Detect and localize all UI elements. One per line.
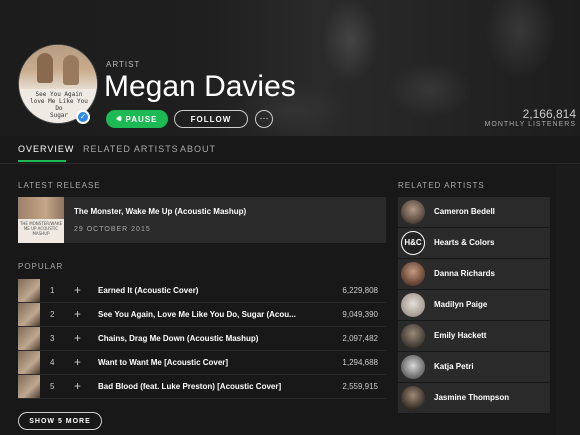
related-artist-avatar — [401, 355, 425, 379]
latest-release-date: 29 OCTOBER 2015 — [74, 226, 151, 233]
right-gutter — [556, 165, 580, 435]
add-track-button[interactable]: + — [74, 379, 81, 393]
latest-release-heading: LATEST RELEASE — [18, 181, 101, 190]
track-thumbnail — [18, 279, 40, 302]
related-artists-heading: RELATED ARTISTS — [398, 181, 485, 190]
release-cover-text: THE MONSTER/WAKE ME UP ACOUSTIC MASHUP — [19, 221, 63, 236]
track-thumbnail — [18, 351, 40, 374]
related-artist-item[interactable]: Danna Richards — [398, 259, 550, 289]
related-artist-name[interactable]: Hearts & Colors — [434, 238, 494, 247]
related-artist-name[interactable]: Danna Richards — [434, 269, 495, 278]
track-number: 3 — [50, 334, 55, 343]
track-number: 2 — [50, 310, 55, 319]
release-cover-photo — [18, 197, 64, 219]
track-thumbnail — [18, 375, 40, 398]
track-title[interactable]: Chains, Drag Me Down (Acoustic Mashup) — [98, 334, 298, 343]
track-row[interactable]: 2 + See You Again, Love Me Like You Do, … — [18, 303, 386, 327]
monthly-listeners-label: MONTHLY LISTENERS — [484, 121, 576, 128]
related-artist-item[interactable]: Jasmine Thompson — [398, 383, 550, 413]
related-artist-avatar — [401, 293, 425, 317]
track-number: 5 — [50, 382, 55, 391]
tab-about[interactable]: ABOUT — [180, 144, 216, 154]
track-row[interactable]: 1 + Earned It (Acoustic Cover) 6,229,808 — [18, 279, 386, 303]
track-play-count: 6,229,808 — [342, 286, 378, 295]
speaker-icon: 🔊︎ — [116, 114, 123, 123]
related-artist-avatar — [401, 262, 425, 286]
related-artist-name[interactable]: Katja Petri — [434, 362, 474, 371]
related-artist-avatar: H&C — [401, 231, 425, 255]
track-row[interactable]: 3 + Chains, Drag Me Down (Acoustic Mashu… — [18, 327, 386, 351]
add-track-button[interactable]: + — [74, 307, 81, 321]
track-play-count: 9,049,390 — [342, 310, 378, 319]
related-artist-name[interactable]: Cameron Bedell — [434, 207, 495, 216]
related-artist-avatar — [401, 386, 425, 410]
track-thumbnail — [18, 327, 40, 350]
latest-release-title[interactable]: The Monster, Wake Me Up (Acoustic Mashup… — [74, 207, 246, 216]
track-play-count: 2,097,482 — [342, 334, 378, 343]
active-tab-indicator — [18, 160, 66, 162]
related-artist-item[interactable]: Madilyn Paige — [398, 290, 550, 320]
track-number: 1 — [50, 286, 55, 295]
related-artist-name[interactable]: Jasmine Thompson — [434, 393, 509, 402]
related-artist-name[interactable]: Emily Hackett — [434, 331, 486, 340]
track-row[interactable]: 5 + Bad Blood (feat. Luke Preston) [Acou… — [18, 375, 386, 399]
tab-overview[interactable]: OVERVIEW — [18, 144, 74, 154]
pause-label: PAUSE — [125, 114, 158, 124]
latest-release-cover: THE MONSTER/WAKE ME UP ACOUSTIC MASHUP — [18, 197, 64, 243]
track-number: 4 — [50, 358, 55, 367]
add-track-button[interactable]: + — [74, 331, 81, 345]
more-options-button[interactable]: ··· — [255, 110, 273, 128]
track-thumbnail — [18, 303, 40, 326]
monthly-listeners-count: 2,166,814 — [522, 107, 576, 121]
latest-release-card[interactable]: THE MONSTER/WAKE ME UP ACOUSTIC MASHUP T… — [18, 197, 386, 243]
popular-heading: POPULAR — [18, 262, 64, 271]
show-more-button[interactable]: SHOW 5 MORE — [18, 412, 102, 430]
artist-name: Megan Davies — [104, 70, 296, 103]
track-title[interactable]: Bad Blood (feat. Luke Preston) [Acoustic… — [98, 382, 298, 391]
pause-button[interactable]: 🔊︎ PAUSE — [106, 110, 168, 128]
track-title[interactable]: Want to Want Me [Acoustic Cover] — [98, 358, 298, 367]
artist-tabs: OVERVIEW RELATED ARTISTS ABOUT — [0, 136, 580, 164]
verified-check-icon: ✓ — [76, 110, 90, 124]
artist-kind-label: ARTIST — [106, 60, 141, 69]
track-play-count: 1,294,688 — [342, 358, 378, 367]
related-artist-name[interactable]: Madilyn Paige — [434, 300, 487, 309]
tab-related-artists[interactable]: RELATED ARTISTS — [83, 144, 179, 154]
related-artist-avatar — [401, 200, 425, 224]
add-track-button[interactable]: + — [74, 283, 81, 297]
artist-header: See You Again love Me Like You Do Sugar … — [0, 0, 580, 136]
related-artist-item[interactable]: H&C Hearts & Colors — [398, 228, 550, 258]
related-artist-item[interactable]: Cameron Bedell — [398, 197, 550, 227]
track-play-count: 2,559,915 — [342, 382, 378, 391]
artist-photo — [19, 45, 97, 89]
related-artist-avatar — [401, 324, 425, 348]
follow-button[interactable]: FOLLOW — [174, 110, 248, 128]
track-row[interactable]: 4 + Want to Want Me [Acoustic Cover] 1,2… — [18, 351, 386, 375]
related-artist-item[interactable]: Katja Petri — [398, 352, 550, 382]
add-track-button[interactable]: + — [74, 355, 81, 369]
track-title[interactable]: Earned It (Acoustic Cover) — [98, 286, 298, 295]
related-artist-item[interactable]: Emily Hackett — [398, 321, 550, 351]
track-title[interactable]: See You Again, Love Me Like You Do, Suga… — [98, 310, 298, 319]
